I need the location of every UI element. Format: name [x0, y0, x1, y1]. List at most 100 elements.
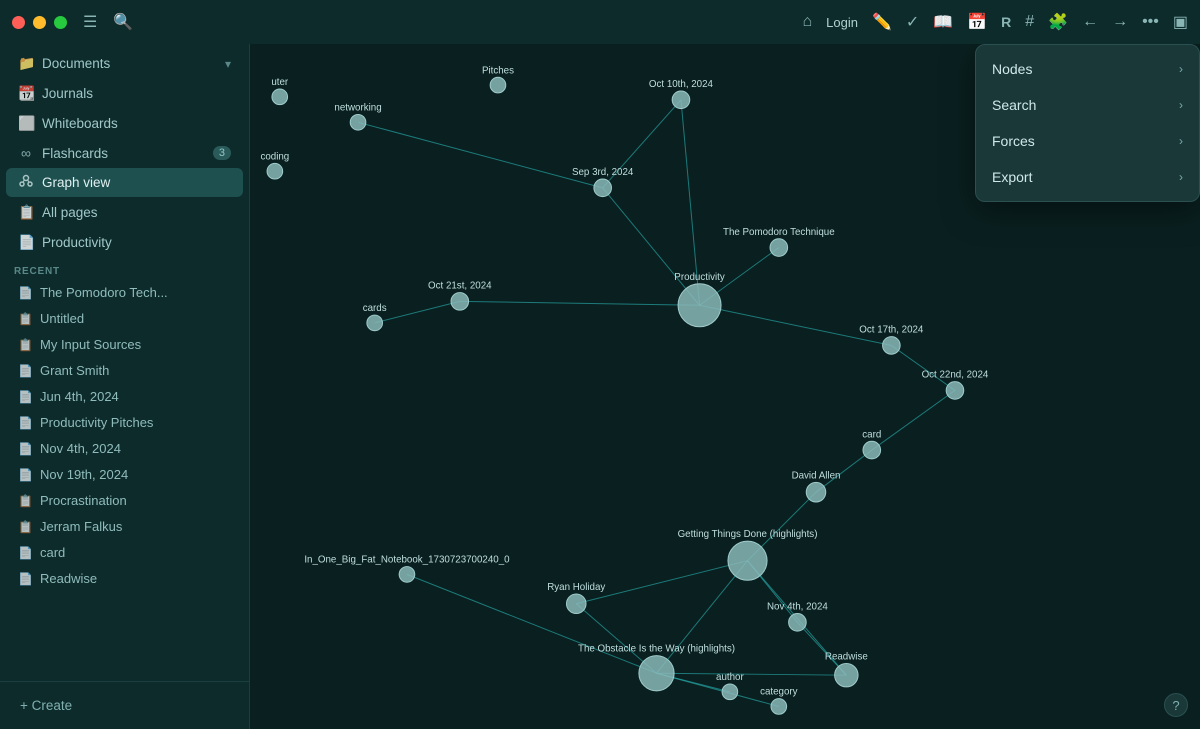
flashcards-label: Flashcards	[42, 146, 108, 161]
check-icon[interactable]: ✓	[906, 12, 919, 32]
graph-node[interactable]	[566, 594, 586, 614]
recent-item-icon: 📋	[18, 312, 32, 326]
graph-node[interactable]	[771, 699, 787, 715]
dropdown-item-search[interactable]: Search ›	[976, 87, 1199, 123]
sidebar-item-productivity[interactable]: 📄 Productivity	[6, 228, 243, 257]
sidebar-right-icon[interactable]: ▣	[1173, 12, 1188, 32]
recent-item[interactable]: 📄 The Pomodoro Tech...	[6, 280, 243, 305]
graph-edge	[657, 673, 847, 675]
graph-node[interactable]	[451, 293, 469, 311]
sidebar-nav: 📁 Documents ▾ 📆 Journals ⬜ Whiteboards ∞…	[0, 44, 249, 681]
recent-item[interactable]: 📄 Grant Smith	[6, 358, 243, 383]
graph-node[interactable]	[722, 684, 738, 700]
more-icon[interactable]: •••	[1142, 13, 1159, 31]
node-label: Pitches	[482, 65, 514, 76]
titlebar: ☰ 🔍 ⌂ Login ✏️ ✓ 📖 📅 R # 🧩 ← → ••• ▣	[0, 0, 1200, 44]
graph-node[interactable]	[639, 656, 674, 691]
sidebar-item-journals[interactable]: 📆 Journals	[6, 79, 243, 108]
recent-item-icon: 📄	[18, 546, 32, 560]
maximize-button[interactable]	[54, 16, 67, 29]
titlebar-right: ⌂ Login ✏️ ✓ 📖 📅 R # 🧩 ← → ••• ▣	[802, 12, 1188, 32]
productivity-label: Productivity	[42, 235, 112, 250]
recent-item[interactable]: 📋 My Input Sources	[6, 332, 243, 357]
graph-node[interactable]	[728, 541, 767, 580]
recent-item-label: Procrastination	[40, 493, 127, 508]
close-button[interactable]	[12, 16, 25, 29]
graph-edge	[460, 301, 700, 305]
node-label: Oct 17th, 2024	[859, 325, 924, 336]
calendar-icon[interactable]: 📅	[967, 12, 987, 32]
dropdown-item-nodes[interactable]: Nodes ›	[976, 51, 1199, 87]
sidebar-item-all-pages[interactable]: 📋 All pages	[6, 198, 243, 227]
book-icon[interactable]: 📖	[933, 12, 953, 32]
recent-item[interactable]: 📄 Productivity Pitches	[6, 410, 243, 435]
sidebar-item-whiteboards[interactable]: ⬜ Whiteboards	[6, 109, 243, 138]
graph-node[interactable]	[835, 663, 858, 686]
hash-icon[interactable]: #	[1025, 13, 1034, 31]
recent-item-label: My Input Sources	[40, 337, 141, 352]
node-label: author	[716, 672, 744, 683]
dropdown-item-forces[interactable]: Forces ›	[976, 123, 1199, 159]
recent-item-icon: 📋	[18, 520, 32, 534]
node-label: networking	[334, 103, 381, 114]
graph-node[interactable]	[863, 441, 881, 459]
recent-item-label: Jun 4th, 2024	[40, 389, 119, 404]
graph-canvas[interactable]: networking coding Pitches uter Sep 3rd, 2024…	[250, 44, 1200, 729]
sidebar-item-flashcards[interactable]: ∞ Flashcards 3	[6, 139, 243, 167]
graph-edge	[872, 390, 955, 450]
recent-item-label: The Pomodoro Tech...	[40, 285, 168, 300]
graph-node[interactable]	[672, 91, 690, 109]
recent-item[interactable]: 📋 Procrastination	[6, 488, 243, 513]
sidebar-item-documents[interactable]: 📁 Documents ▾	[6, 49, 243, 78]
graph-node[interactable]	[594, 179, 612, 197]
recent-item[interactable]: 📋 Untitled	[6, 306, 243, 331]
graph-node[interactable]	[350, 114, 366, 130]
node-label: Sep 3rd, 2024	[572, 167, 634, 178]
node-label: coding	[260, 151, 289, 162]
recent-item[interactable]: 📄 card	[6, 540, 243, 565]
dropdown-item-label: Export	[992, 169, 1032, 185]
graph-node[interactable]	[399, 567, 415, 583]
sidebar-toggle-icon[interactable]: ☰	[83, 12, 97, 32]
create-button[interactable]: + Create	[12, 692, 237, 719]
home-icon[interactable]: ⌂	[802, 13, 812, 31]
dropdown-item-label: Forces	[992, 133, 1035, 149]
recent-item[interactable]: 📄 Jun 4th, 2024	[6, 384, 243, 409]
dropdown-item-label: Search	[992, 97, 1036, 113]
recent-item[interactable]: 📄 Nov 19th, 2024	[6, 462, 243, 487]
recent-item[interactable]: 📄 Nov 4th, 2024	[6, 436, 243, 461]
graph-node[interactable]	[883, 337, 901, 355]
graph-node[interactable]	[806, 482, 826, 502]
puzzle-icon[interactable]: 🧩	[1048, 12, 1068, 32]
documents-label: Documents	[42, 56, 110, 71]
recent-item-label: Productivity Pitches	[40, 415, 153, 430]
flashcards-icon: ∞	[18, 145, 34, 161]
node-label: uter	[271, 77, 289, 88]
recent-items: 📄 The Pomodoro Tech... 📋 Untitled 📋 My I…	[0, 280, 249, 591]
search-icon[interactable]: 🔍	[113, 12, 133, 32]
dropdown-item-export[interactable]: Export ›	[976, 159, 1199, 195]
forward-icon[interactable]: →	[1112, 13, 1128, 31]
back-icon[interactable]: ←	[1082, 13, 1098, 31]
flashcards-badge: 3	[213, 146, 231, 160]
recent-item[interactable]: 📋 Jerram Falkus	[6, 514, 243, 539]
sidebar-item-graph-view[interactable]: Graph view	[6, 168, 243, 197]
graph-node[interactable]	[267, 163, 283, 179]
graph-node[interactable]	[946, 382, 964, 400]
graph-node[interactable]	[678, 284, 721, 327]
graph-node[interactable]	[490, 77, 506, 93]
all-pages-label: All pages	[42, 205, 98, 220]
all-pages-icon: 📋	[18, 204, 34, 221]
minimize-button[interactable]	[33, 16, 46, 29]
productivity-icon: 📄	[18, 234, 34, 251]
recent-item-label: Untitled	[40, 311, 84, 326]
graph-node[interactable]	[789, 614, 807, 632]
login-button[interactable]: Login	[826, 15, 858, 30]
recent-item[interactable]: 📄 Readwise	[6, 566, 243, 591]
edit-icon[interactable]: ✏️	[872, 12, 892, 32]
help-button[interactable]: ?	[1164, 693, 1188, 717]
graph-node[interactable]	[272, 89, 288, 105]
graph-node[interactable]	[367, 315, 383, 331]
r-icon[interactable]: R	[1001, 14, 1011, 30]
graph-node[interactable]	[770, 239, 788, 257]
